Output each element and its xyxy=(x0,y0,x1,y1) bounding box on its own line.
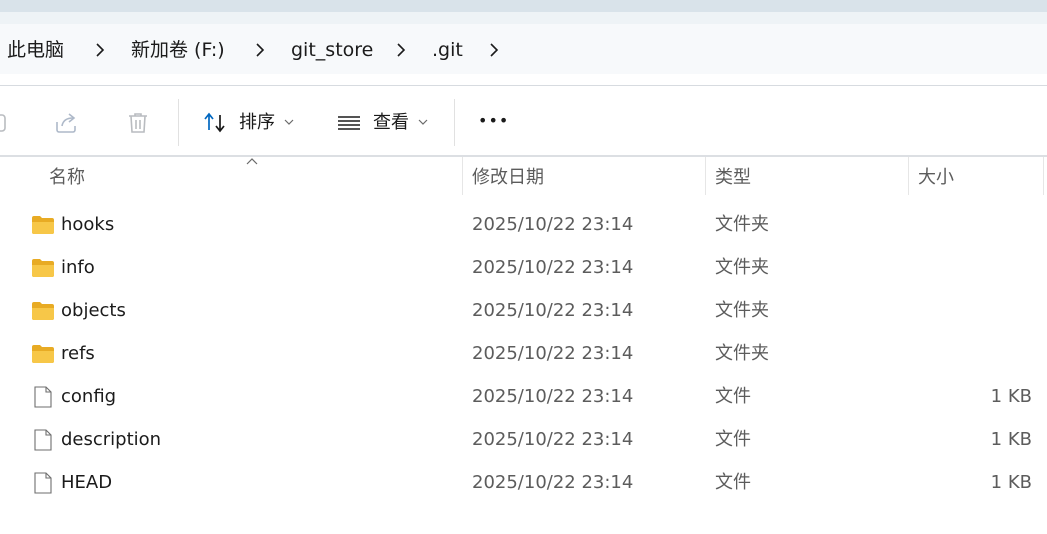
file-icon xyxy=(34,429,52,451)
list-item[interactable]: description 2025/10/22 23:14 文件 1 KB xyxy=(0,419,1047,462)
column-divider[interactable] xyxy=(705,157,706,195)
breadcrumb-item-git-store[interactable]: git_store xyxy=(291,38,373,62)
list-item[interactable]: refs 2025/10/22 23:14 文件夹 xyxy=(0,333,1047,376)
breadcrumb-item-this-pc[interactable]: 此电脑 xyxy=(7,38,64,62)
file-type: 文件 xyxy=(715,429,751,450)
file-name: HEAD xyxy=(61,472,113,493)
breadcrumb-item-drive[interactable]: 新加卷 (F:) xyxy=(131,38,225,62)
column-divider[interactable] xyxy=(908,157,909,195)
sort-button-label[interactable]: 排序 xyxy=(239,112,275,134)
folder-icon xyxy=(32,259,54,277)
chevron-right-icon[interactable] xyxy=(90,40,110,60)
file-type: 文件夹 xyxy=(715,214,769,235)
toolbar-divider-line xyxy=(0,155,1047,157)
list-item[interactable]: config 2025/10/22 23:14 文件 1 KB xyxy=(0,376,1047,419)
file-icon xyxy=(34,472,52,494)
column-header-name[interactable]: 名称 xyxy=(49,167,85,189)
list-item[interactable]: objects 2025/10/22 23:14 文件夹 xyxy=(0,290,1047,333)
column-divider[interactable] xyxy=(462,157,463,195)
list-item[interactable]: HEAD 2025/10/22 23:14 文件 1 KB xyxy=(0,462,1047,505)
file-date: 2025/10/22 23:14 xyxy=(472,300,634,321)
file-type: 文件夹 xyxy=(715,343,769,364)
list-item[interactable]: hooks 2025/10/22 23:14 文件夹 xyxy=(0,204,1047,247)
file-size: 1 KB xyxy=(990,386,1032,407)
chevron-down-icon[interactable] xyxy=(284,118,294,126)
partial-toolbar-icon[interactable] xyxy=(0,110,12,136)
file-date: 2025/10/22 23:14 xyxy=(472,343,634,364)
file-date: 2025/10/22 23:14 xyxy=(472,386,634,407)
window-top-strip xyxy=(0,0,1047,12)
file-type: 文件 xyxy=(715,386,751,407)
window-top-strip-lower xyxy=(0,12,1047,24)
file-name: description xyxy=(61,429,162,450)
more-options-button[interactable]: ••• xyxy=(478,110,509,132)
file-icon xyxy=(34,386,52,408)
view-icon[interactable] xyxy=(336,110,362,136)
file-date: 2025/10/22 23:14 xyxy=(472,429,634,450)
toolbar-divider xyxy=(178,99,179,146)
file-name: config xyxy=(61,386,117,407)
column-divider[interactable] xyxy=(1043,157,1044,195)
column-header-type[interactable]: 类型 xyxy=(715,167,751,189)
view-button-label[interactable]: 查看 xyxy=(373,112,409,134)
file-name: refs xyxy=(61,343,95,364)
toolbar-divider xyxy=(454,99,455,146)
file-date: 2025/10/22 23:14 xyxy=(472,257,634,278)
chevron-down-icon[interactable] xyxy=(418,118,428,126)
chevron-right-icon[interactable] xyxy=(391,40,411,60)
file-name: objects xyxy=(61,300,126,321)
file-name: info xyxy=(61,257,95,278)
sort-icon[interactable] xyxy=(202,110,228,136)
folder-icon xyxy=(32,216,54,234)
folder-icon xyxy=(32,345,54,363)
list-item[interactable]: info 2025/10/22 23:14 文件夹 xyxy=(0,247,1047,290)
file-name: hooks xyxy=(61,214,115,235)
share-icon[interactable] xyxy=(53,110,79,136)
breadcrumb-item-git[interactable]: .git xyxy=(432,38,463,62)
file-type: 文件夹 xyxy=(715,300,769,321)
chevron-right-icon[interactable] xyxy=(484,40,504,60)
file-size: 1 KB xyxy=(990,472,1032,493)
file-type: 文件 xyxy=(715,472,751,493)
chevron-right-icon[interactable] xyxy=(250,40,270,60)
delete-icon[interactable] xyxy=(125,110,151,136)
file-date: 2025/10/22 23:14 xyxy=(472,214,634,235)
column-header-date[interactable]: 修改日期 xyxy=(472,167,544,189)
file-size: 1 KB xyxy=(990,429,1032,450)
sort-ascending-icon xyxy=(246,158,258,165)
file-type: 文件夹 xyxy=(715,257,769,278)
file-date: 2025/10/22 23:14 xyxy=(472,472,634,493)
folder-icon xyxy=(32,302,54,320)
column-header-size[interactable]: 大小 xyxy=(918,167,954,189)
command-bar xyxy=(0,86,1047,156)
